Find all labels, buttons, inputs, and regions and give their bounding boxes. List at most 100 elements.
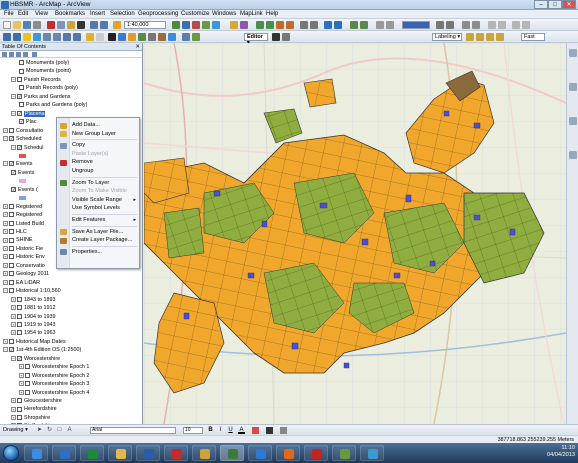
layer-visibility-checkbox[interactable] [17,76,22,82]
label-priority-icon[interactable] [476,33,484,41]
list-by-visibility-icon[interactable] [16,52,21,57]
menu-selection[interactable]: Selection [110,11,135,17]
italic-button[interactable]: I [217,427,224,434]
search-tab-icon[interactable] [569,83,577,91]
rotate-icon[interactable]: ↻ [46,427,53,434]
list-by-source-icon[interactable] [9,52,14,57]
expand-icon[interactable]: + [11,296,16,302]
expand-icon[interactable]: + [3,212,8,218]
toc-row[interactable]: + Historic Fie [3,245,43,253]
menu-file[interactable]: File [4,11,14,17]
label-speed-combo[interactable]: Fast [521,33,545,41]
layer-visibility-checkbox[interactable] [17,330,22,336]
expand-icon[interactable]: + [11,398,16,404]
expand-icon[interactable]: + [11,322,16,328]
layer-visibility-checkbox[interactable] [25,389,30,395]
editor-toolbar-icon[interactable] [172,21,180,29]
expand-icon[interactable]: + [3,279,8,285]
toc-row[interactable]: +1919 to 1943 [11,321,55,329]
tool-s-icon[interactable] [512,21,520,29]
toc-row[interactable]: +1843 to 1893 [11,296,55,304]
undo-icon[interactable] [90,21,98,29]
html-popup-icon[interactable] [138,33,146,41]
fixed-zoom-out-icon[interactable] [53,33,61,41]
layer-visibility-checkbox[interactable] [9,127,14,133]
tool-f-icon[interactable] [310,21,318,29]
save-icon[interactable] [23,21,31,29]
toc-row[interactable]: + Listed Build [3,220,44,228]
toc-row[interactable]: + Worcestershire Epoch 3 [19,380,89,388]
tool-t-icon[interactable] [522,21,530,29]
expand-icon[interactable]: + [3,220,8,226]
taskbar-button[interactable] [136,445,160,461]
collapse-icon[interactable]: − [3,136,8,142]
toc-row[interactable]: + Worcestershire Epoch 4 [19,389,89,397]
expand-icon[interactable]: + [19,372,24,378]
sketch-icon[interactable] [282,33,290,41]
toc-row[interactable]: Parks and Gardens (poly) [19,101,87,109]
toc-row[interactable]: + Gloucestershire [11,397,62,405]
toc-row[interactable]: + SHINE [3,236,32,244]
expand-icon[interactable]: + [3,237,8,243]
layer-visibility-checkbox[interactable] [17,296,22,302]
drawing-menu[interactable]: Drawing ▾ [3,427,28,433]
toc-row[interactable]: +1954 to 1963 [11,329,55,337]
tool-b-icon[interactable] [266,21,274,29]
catalog-window-icon[interactable] [202,21,210,29]
expand-icon[interactable]: + [11,305,16,311]
fixed-zoom-in-icon[interactable] [43,33,51,41]
measure-icon[interactable] [148,33,156,41]
new-document-icon[interactable] [3,21,11,29]
bold-button[interactable]: B [207,427,214,434]
layer-visibility-checkbox[interactable] [9,254,14,260]
time-slider-icon[interactable] [182,33,190,41]
toc-row[interactable] [19,194,28,202]
expand-icon[interactable]: + [19,364,24,370]
back-extent-icon[interactable] [63,33,71,41]
menu-item[interactable]: Properties... [72,248,138,257]
layer-visibility-checkbox[interactable]: ✓ [17,93,22,99]
layer-visibility-checkbox[interactable]: ✓ [11,169,16,175]
font-combo[interactable]: Arial [90,427,176,434]
font-size-combo[interactable]: 10 [183,427,203,434]
tool-p-icon[interactable] [472,21,480,29]
taskbar-button[interactable] [80,445,104,461]
copy-icon[interactable] [57,21,65,29]
taskbar-button[interactable] [360,445,384,461]
list-by-selection-icon[interactable] [23,52,28,57]
layer-visibility-checkbox[interactable] [17,398,22,404]
layer-visibility-checkbox[interactable]: ✓ [17,355,22,361]
taskbar-button[interactable] [24,445,48,461]
marker-color-icon[interactable] [280,427,287,434]
delete-icon[interactable] [77,21,85,29]
toc-row[interactable]: − ✓ Placena [11,110,46,118]
font-color-button[interactable]: A [238,427,245,434]
menu-item[interactable]: Edit Features ▸ [72,216,138,225]
label-weight-icon[interactable] [486,33,494,41]
collapse-icon[interactable]: − [11,144,16,150]
layer-visibility-checkbox[interactable] [9,279,14,285]
hyperlink-icon[interactable] [128,33,136,41]
select-arrow-icon[interactable]: ➤ [36,427,43,434]
tool-k-icon[interactable] [376,21,384,29]
minimize-button[interactable]: – [534,0,548,9]
arctoolbox-tab-icon[interactable] [569,117,577,125]
toc-row[interactable]: + Herefordshire [11,405,57,413]
go-to-xy-icon[interactable] [168,33,176,41]
layer-visibility-checkbox[interactable] [17,322,22,328]
layer-visibility-checkbox[interactable]: ✓ [9,347,14,353]
open-icon[interactable] [13,21,21,29]
toc-row[interactable] [19,177,28,185]
toc-row[interactable]: + Worcestershire Epoch 1 [19,363,89,371]
results-tab-icon[interactable] [569,151,577,159]
expand-icon[interactable]: + [19,381,24,387]
toc-row[interactable]: ✓ Plac [19,118,37,126]
menu-help[interactable]: Help [266,11,278,17]
menu-item[interactable]: Use Symbol Levels [72,204,138,213]
tool-i-icon[interactable] [350,21,358,29]
tool-l-icon[interactable] [386,21,394,29]
toc-row[interactable]: + HLC [3,228,27,236]
layer-visibility-checkbox[interactable] [9,237,14,243]
layer-visibility-checkbox[interactable]: ✓ [9,136,14,142]
menu-maplink[interactable]: MapLink [240,11,263,17]
